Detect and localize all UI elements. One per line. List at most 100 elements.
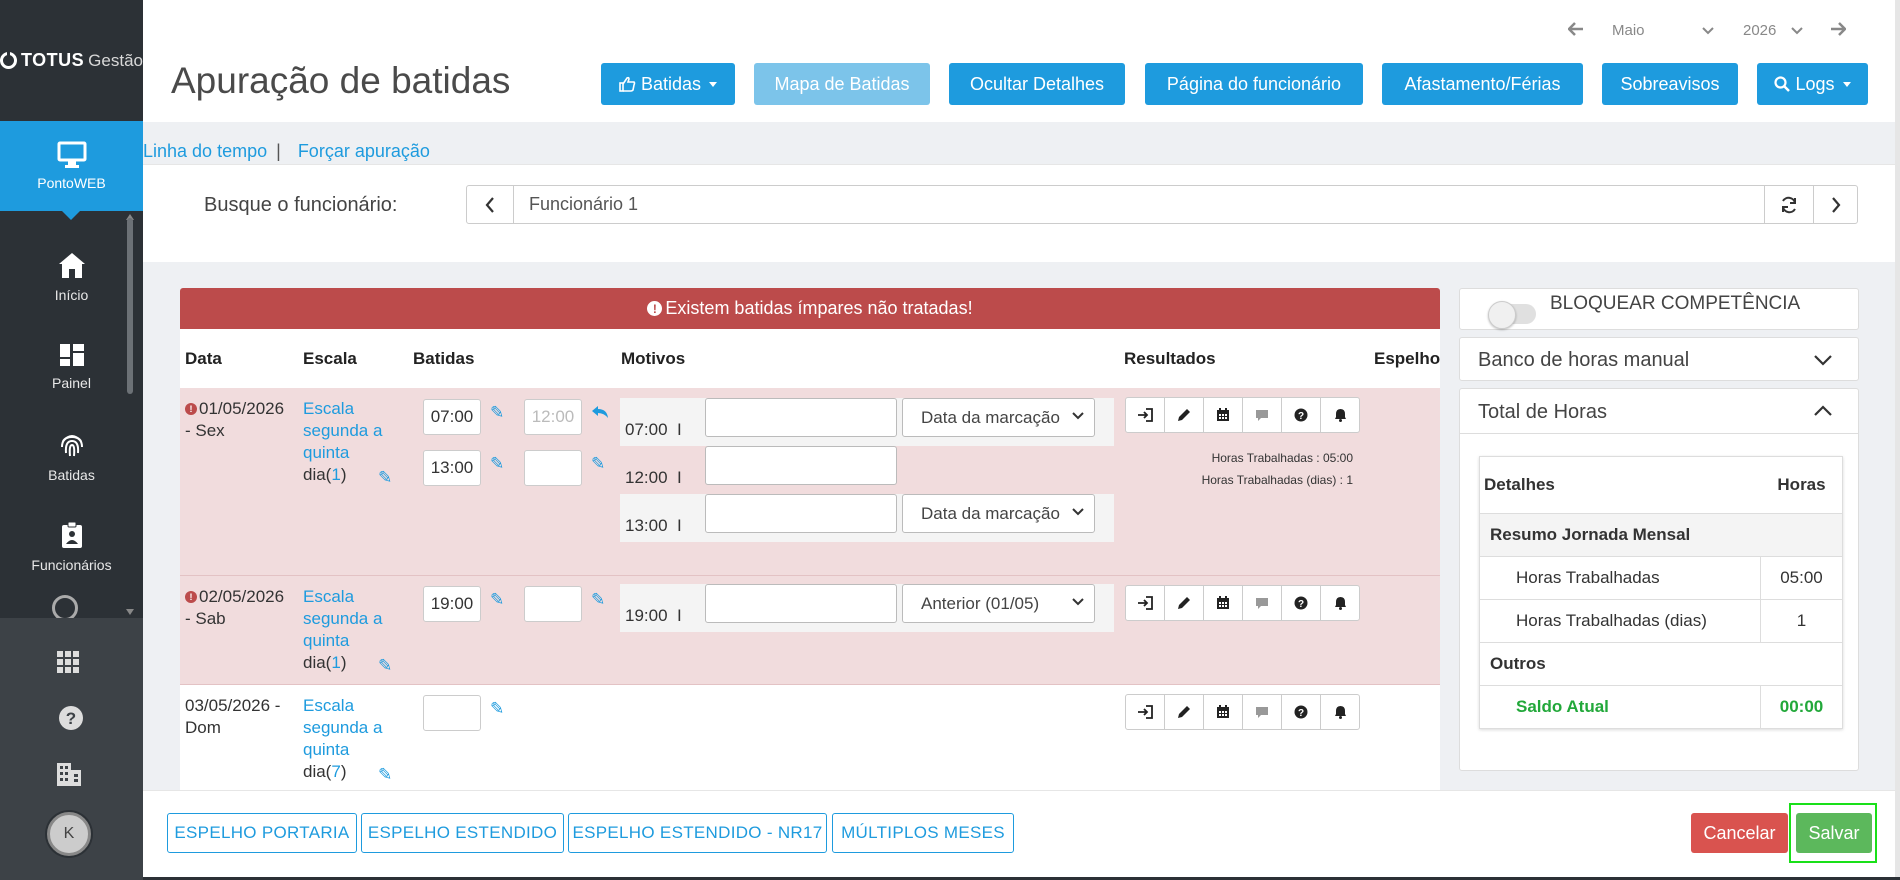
- batidas-dropdown-button[interactable]: Batidas: [601, 63, 735, 105]
- punch-time-input[interactable]: [524, 450, 582, 486]
- punch-time-input[interactable]: 12:00: [524, 399, 582, 435]
- sidebar-item-painel[interactable]: Painel: [0, 322, 143, 412]
- sidebar-item-pontoweb[interactable]: PontoWEB: [0, 121, 143, 220]
- button-label: Salvar: [1808, 822, 1860, 843]
- prev-employee-button[interactable]: [467, 186, 512, 223]
- edit-punch-icon[interactable]: ✎: [490, 403, 504, 423]
- linha-do-tempo-link[interactable]: Linha do tempo: [143, 141, 267, 161]
- calendar-action-button[interactable]: [1203, 585, 1243, 621]
- sobreavisos-button[interactable]: Sobreavisos: [1602, 63, 1738, 105]
- brand-logo[interactable]: TOTUS Gestão: [0, 0, 143, 121]
- col-header-resultados: Resultados: [1124, 349, 1216, 368]
- sidebar-scroll-down[interactable]: [126, 609, 134, 615]
- motivo-time: 07:00 I: [625, 420, 682, 439]
- next-month-button[interactable]: [1830, 22, 1846, 36]
- escala-link[interactable]: Escala segunda a quinta: [303, 587, 382, 650]
- sidebar-item-funcionarios[interactable]: Funcionários: [0, 502, 143, 592]
- escala-link[interactable]: Escala segunda a quinta: [303, 399, 382, 462]
- logs-dropdown-button[interactable]: Logs: [1757, 63, 1868, 105]
- punch-time-input[interactable]: 07:00: [423, 399, 481, 435]
- multiplos-meses-button[interactable]: MÚLTIPLOS MESES: [832, 813, 1014, 853]
- motivo-select[interactable]: Anterior (01/05): [902, 584, 1095, 623]
- punch-time-input[interactable]: [423, 695, 481, 731]
- lock-competencia-toggle[interactable]: [1488, 301, 1536, 329]
- sign-in-action-button[interactable]: [1125, 694, 1165, 730]
- punch-time-input[interactable]: [524, 586, 582, 622]
- edit-escala-icon[interactable]: ✎: [378, 656, 392, 676]
- motivo-input[interactable]: [705, 494, 897, 533]
- employee-input[interactable]: [513, 186, 1765, 223]
- banco-horas-accordion[interactable]: Banco de horas manual: [1459, 337, 1859, 381]
- escala-link[interactable]: Escala segunda a quinta: [303, 696, 382, 759]
- chevron-up-icon[interactable]: [1814, 405, 1832, 417]
- prev-month-button[interactable]: [1568, 22, 1584, 36]
- button-label: Afastamento/Férias: [1404, 73, 1561, 94]
- ocultar-detalhes-button[interactable]: Ocultar Detalhes: [949, 63, 1125, 105]
- thumbs-up-icon: [619, 76, 636, 92]
- question-action-button[interactable]: ?: [1281, 585, 1321, 621]
- pencil-action-button[interactable]: [1164, 585, 1204, 621]
- motivo-select[interactable]: Data da marcação: [902, 398, 1095, 437]
- sidebar-item-inicio[interactable]: Início: [0, 232, 143, 322]
- row-actions: ?: [1125, 694, 1360, 730]
- edit-punch-icon[interactable]: ✎: [490, 590, 504, 610]
- motivo-input[interactable]: [705, 398, 897, 437]
- motivo-select[interactable]: Data da marcação: [902, 494, 1095, 533]
- comment-action-button[interactable]: [1242, 694, 1282, 730]
- punch-time-input[interactable]: 13:00: [423, 450, 481, 486]
- bell-action-button[interactable]: [1320, 694, 1360, 730]
- motivo-input[interactable]: [705, 584, 897, 623]
- espelho-estendido-button[interactable]: ESPELHO ESTENDIDO: [361, 813, 564, 853]
- edit-punch-icon[interactable]: ✎: [490, 454, 504, 474]
- question-action-button[interactable]: ?: [1281, 694, 1321, 730]
- punch-time-input[interactable]: 19:00: [423, 586, 481, 622]
- mapa-de-batidas-button[interactable]: Mapa de Batidas: [754, 63, 930, 105]
- sidebar-item-partial[interactable]: [52, 595, 82, 619]
- table-row: 03/05/2026 - Dom Escala segunda a quinta dia…: [180, 685, 1440, 790]
- espelho-estendido-nr17-button[interactable]: ESPELHO ESTENDIDO - NR17: [568, 813, 827, 853]
- sign-in-action-button[interactable]: [1125, 585, 1165, 621]
- forcar-apuracao-link[interactable]: Forçar apuração: [298, 141, 430, 161]
- help-icon[interactable]: ?: [58, 705, 84, 731]
- edit-punch-icon[interactable]: ✎: [591, 454, 605, 474]
- cancel-button[interactable]: Cancelar: [1691, 813, 1788, 853]
- building-icon[interactable]: [56, 762, 82, 786]
- bell-action-button[interactable]: [1320, 585, 1360, 621]
- next-employee-button[interactable]: [1813, 186, 1857, 223]
- bell-action-button[interactable]: [1320, 397, 1360, 433]
- sign-in-action-button[interactable]: [1125, 397, 1165, 433]
- save-button[interactable]: Salvar: [1796, 813, 1872, 853]
- edit-escala-icon[interactable]: ✎: [378, 765, 392, 785]
- question-action-button[interactable]: ?: [1281, 397, 1321, 433]
- year-select[interactable]: 2026: [1743, 22, 1803, 39]
- undo-reply-icon[interactable]: [591, 405, 609, 419]
- section-resumo: Resumo Jornada Mensal: [1480, 513, 1842, 556]
- hours-summary-table: Detalhes Horas Resumo Jornada Mensal Hor…: [1479, 456, 1843, 729]
- calendar-action-button[interactable]: [1203, 397, 1243, 433]
- edit-escala-icon[interactable]: ✎: [378, 468, 392, 488]
- action-links: Linha do tempo | Forçar apuração: [143, 141, 430, 162]
- edit-punch-icon[interactable]: ✎: [591, 590, 605, 610]
- sidebar-scrollbar[interactable]: [127, 218, 133, 394]
- logo-light-text: Gestão: [88, 50, 143, 70]
- afastamento-ferias-button[interactable]: Afastamento/Férias: [1382, 63, 1583, 105]
- avatar[interactable]: K: [47, 812, 91, 856]
- pencil-action-button[interactable]: [1164, 694, 1204, 730]
- pagina-do-funcionario-button[interactable]: Página do funcionário: [1145, 63, 1363, 105]
- edit-punch-icon[interactable]: ✎: [490, 699, 504, 719]
- window-scrollbar-track[interactable]: [1895, 0, 1900, 880]
- comment-action-button[interactable]: [1242, 585, 1282, 621]
- espelho-portaria-button[interactable]: ESPELHO PORTARIA: [167, 813, 357, 853]
- svg-text:?: ?: [1298, 411, 1304, 422]
- button-label: ESPELHO ESTENDIDO: [367, 823, 558, 842]
- motivo-input[interactable]: [705, 446, 897, 485]
- refresh-employee-button[interactable]: [1766, 186, 1811, 223]
- comment-action-button[interactable]: [1242, 397, 1282, 433]
- lock-competencia-label: BLOQUEAR COMPETÊNCIA: [1550, 293, 1801, 314]
- col-header-escala: Escala: [303, 349, 357, 368]
- pencil-action-button[interactable]: [1164, 397, 1204, 433]
- sidebar-item-batidas[interactable]: Batidas: [0, 412, 143, 502]
- calendar-action-button[interactable]: [1203, 694, 1243, 730]
- month-select[interactable]: Maio: [1612, 22, 1722, 39]
- apps-grid-icon[interactable]: [56, 650, 80, 674]
